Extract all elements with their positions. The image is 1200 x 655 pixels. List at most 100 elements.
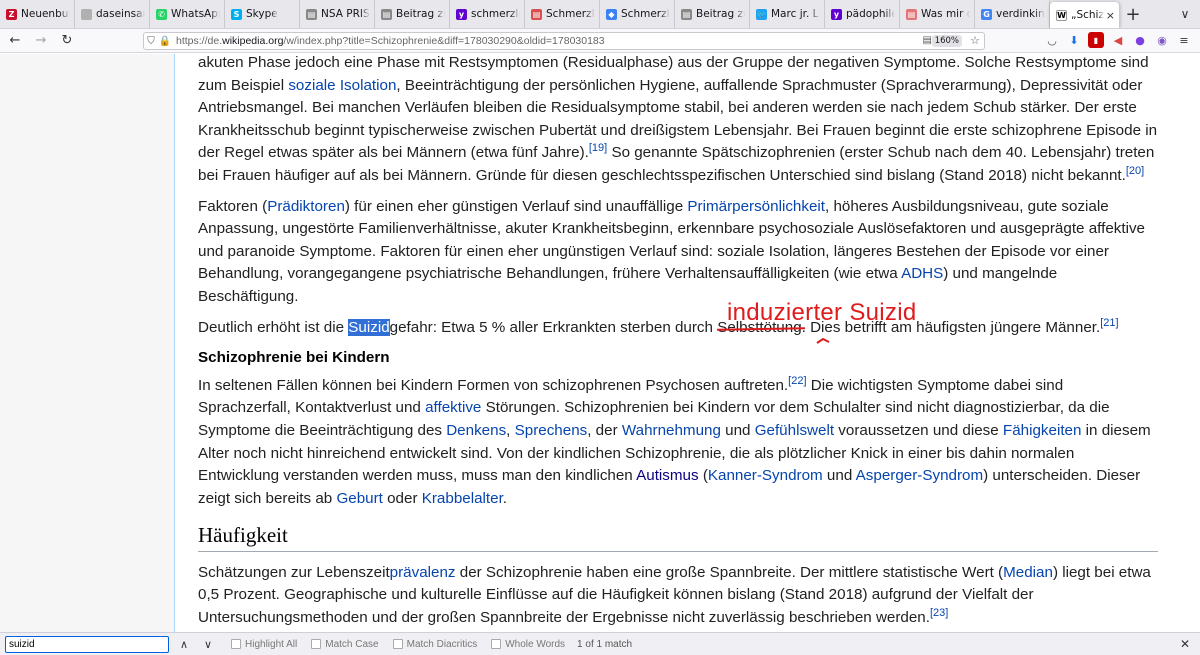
whole-words-checkbox[interactable]: Whole Words <box>491 639 565 650</box>
tab-strip: Z Neuenburg daseinsanalyse ✆ WhatsApp S Skype ▤… <box>0 0 1200 29</box>
wikipedia-icon: W <box>1056 9 1067 21</box>
paragraph-frequency: Schätzungen zur Lebenszeitprävalenz der … <box>198 563 1151 627</box>
browser-tab[interactable]: ▤ NSA PRISM <box>300 0 375 28</box>
bookmark-star-icon[interactable]: ☆ <box>970 34 980 47</box>
tab-label: Skype <box>246 8 278 20</box>
checkbox-icon <box>231 639 241 649</box>
extension-purple-icon[interactable]: ● <box>1132 32 1148 48</box>
link-asperger-syndrom[interactable]: Asperger-Syndrom <box>856 467 983 484</box>
back-arrow-icon[interactable]: ← <box>4 30 26 52</box>
link-faehigkeiten[interactable]: Fähigkeiten <box>1003 422 1082 439</box>
tab-favicon-icon: y <box>831 8 842 20</box>
find-next-icon[interactable]: ∨ <box>199 638 217 651</box>
ref-20[interactable]: [20] <box>1126 165 1144 177</box>
browser-tab[interactable]: ▤ Was mir die <box>900 0 975 28</box>
tab-label: daseinsanalyse <box>96 8 145 20</box>
browser-tab[interactable]: 🐦 Marc jr. Lan <box>750 0 825 28</box>
match-diacritics-checkbox[interactable]: Match Diacritics <box>392 639 477 650</box>
tab-favicon-icon: S <box>231 8 242 20</box>
browser-tab[interactable]: ▤ Beitrag zu P <box>375 0 450 28</box>
megaphone-icon[interactable]: ◀ <box>1110 32 1126 48</box>
tab-label: Schmerzlos <box>546 8 595 20</box>
tab-favicon-icon: ▤ <box>906 8 917 20</box>
browser-tab[interactable]: Z Neuenburg <box>0 0 75 28</box>
paragraph-predictors: Faktoren (Prädiktoren) für einen eher gü… <box>198 197 1145 305</box>
close-icon[interactable]: ✕ <box>1180 637 1190 651</box>
paragraph-residual: akuten Phase jedoch eine Phase mit Rests… <box>198 54 1158 184</box>
tab-label: WhatsApp <box>171 8 220 20</box>
tab-favicon-icon: ▤ <box>306 8 317 20</box>
browser-tab[interactable]: y schmerzlos <box>450 0 525 28</box>
lock-icon[interactable]: 🔒 <box>158 36 172 47</box>
pocket-icon[interactable]: ◡ <box>1044 32 1060 48</box>
zoom-level-badge[interactable]: 160% <box>931 35 962 47</box>
extension-red-icon[interactable]: ▮ <box>1088 32 1104 48</box>
list-all-tabs-icon[interactable]: ∨ <box>1170 0 1200 28</box>
tab-favicon-icon: y <box>456 8 467 20</box>
article-viewport: akuten Phase jedoch eine Phase mit Rests… <box>176 54 1200 632</box>
new-tab-plus-icon[interactable]: + <box>1120 0 1146 28</box>
link-adhs[interactable]: ADHS <box>901 265 943 282</box>
tab-favicon-icon: Z <box>6 8 17 20</box>
highlight-all-checkbox[interactable]: Highlight All <box>231 639 297 650</box>
forward-arrow-icon[interactable]: → <box>30 30 52 52</box>
checkbox-icon <box>311 639 322 649</box>
ref-22[interactable]: [22] <box>788 375 806 387</box>
ref-21[interactable]: [21] <box>1100 316 1118 328</box>
link-kanner-syndrom[interactable]: Kanner-Syndrom <box>708 467 823 484</box>
ref-23[interactable]: [23] <box>930 607 948 619</box>
link-krabbelalter[interactable]: Krabbelalter <box>422 490 503 507</box>
menu-icon[interactable]: ≡ <box>1176 32 1192 48</box>
find-input[interactable]: suizid <box>5 635 169 653</box>
shield-icon[interactable]: ⛉ <box>144 36 158 47</box>
link-gefuehlswelt[interactable]: Gefühlswelt <box>755 422 834 439</box>
link-soziale-isolation[interactable]: soziale Isolation <box>288 77 396 94</box>
link-sprechens[interactable]: Sprechens <box>515 422 588 439</box>
browser-tab[interactable]: daseinsanalyse <box>75 0 150 28</box>
paragraph-children: In seltenen Fällen können bei Kindern Fo… <box>198 374 1151 507</box>
browser-tab[interactable]: S Skype <box>225 0 300 28</box>
reader-view-icon[interactable]: ▤ <box>923 35 932 46</box>
link-primaerpersoenlichkeit[interactable]: Primärpersönlichkeit <box>687 198 825 215</box>
tab-label: Neuenburg <box>21 8 70 20</box>
browser-tab[interactable]: ▤ Beitrag zu P <box>675 0 750 28</box>
tab-favicon-icon: 🐦 <box>756 8 767 20</box>
active-browser-tab[interactable]: W „Schizophr× <box>1050 2 1120 28</box>
tab-label: Beitrag zu P <box>396 8 445 20</box>
section-heading-children: Schizophrenie bei Kindern <box>198 349 390 367</box>
browser-tab[interactable]: y pädophile s <box>825 0 900 28</box>
browser-tab[interactable]: ◆ Schmerzlos <box>600 0 675 28</box>
wiki-sidebar <box>0 54 175 632</box>
browser-tab[interactable]: Gverdinkinde <box>975 0 1050 28</box>
address-bar[interactable]: ⛉ 🔒 https://de.wikipedia.org/w/index.php… <box>143 32 985 50</box>
handwritten-annotation: induzierter Suizid <box>727 299 917 326</box>
url-text: https://de.wikipedia.org/w/index.php?tit… <box>176 35 605 47</box>
browser-tab[interactable]: ▤ Schmerzlos <box>525 0 600 28</box>
checkbox-icon <box>392 639 403 649</box>
link-median[interactable]: Median <box>1003 564 1053 581</box>
tab-label: Marc jr. Lan <box>771 8 820 20</box>
tab-favicon-icon: ◆ <box>606 8 617 20</box>
downloads-icon[interactable]: ⬇ <box>1066 32 1082 48</box>
tab-favicon-icon: ▤ <box>381 8 392 20</box>
tab-label: Was mir die <box>921 8 970 20</box>
close-tab-icon[interactable]: × <box>1104 9 1115 22</box>
find-previous-icon[interactable]: ∧ <box>175 638 193 651</box>
link-autismus[interactable]: Autismus <box>636 467 698 484</box>
link-denkens[interactable]: Denkens <box>446 422 506 439</box>
tab-label: Schmerzlos <box>621 8 670 20</box>
link-wahrnehmung[interactable]: Wahrnehmung <box>622 422 721 439</box>
extension-ball-icon[interactable]: ◉ <box>1154 32 1170 48</box>
match-case-checkbox[interactable]: Match Case <box>311 639 379 650</box>
reload-icon[interactable]: ↻ <box>56 30 78 52</box>
tab-label: „Schizophr <box>1071 9 1104 21</box>
browser-tab[interactable]: ✆ WhatsApp <box>150 0 225 28</box>
navigation-toolbar: ← → ↻ ⛉ 🔒 https://de.wikipedia.org/w/ind… <box>0 29 1200 53</box>
link-praediktoren[interactable]: Prädiktoren <box>267 198 345 215</box>
link-affektive[interactable]: affektive <box>425 399 481 416</box>
ref-19[interactable]: [19] <box>589 142 607 154</box>
link-geburt[interactable]: Geburt <box>336 490 382 507</box>
find-match-highlight: Suizid <box>348 318 390 336</box>
link-praevalenz[interactable]: prävalenz <box>390 564 456 581</box>
toolbar-icons: ◡ ⬇ ▮ ◀ ● ◉ ≡ <box>1044 32 1200 48</box>
